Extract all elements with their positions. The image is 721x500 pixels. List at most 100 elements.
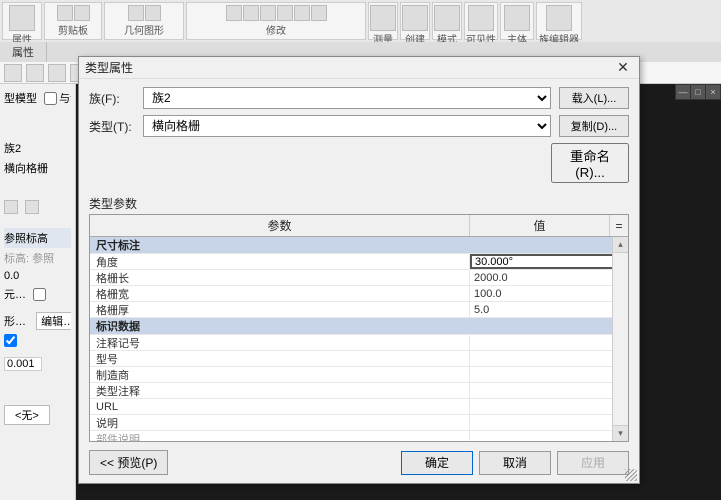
toolbar-icon[interactable]	[26, 64, 44, 82]
val-input[interactable]	[4, 357, 42, 371]
resize-grip[interactable]	[625, 469, 637, 481]
ribbon-group: 主体	[500, 2, 534, 40]
ribbon-icon[interactable]	[260, 5, 276, 21]
left-model: 型模型	[4, 90, 37, 106]
ribbon-icon[interactable]	[294, 5, 310, 21]
ribbon-icon[interactable]	[128, 5, 144, 21]
value-cell[interactable]: 5.0	[470, 302, 628, 317]
value-cell[interactable]	[470, 431, 628, 442]
type-select[interactable]: 横向格栅	[143, 115, 551, 137]
table-row[interactable]: 注释记号	[90, 335, 628, 351]
ribbon-icon[interactable]	[277, 5, 293, 21]
table-row[interactable]: 制造商	[90, 367, 628, 383]
ribbon-icon[interactable]	[57, 5, 73, 21]
value-cell[interactable]	[470, 335, 628, 350]
ribbon-icon[interactable]	[226, 5, 242, 21]
param-cell: 角度	[90, 254, 470, 269]
cancel-button[interactable]: 取消	[479, 451, 551, 475]
table-row[interactable]: 格栅长2000.0	[90, 270, 628, 286]
value-cell[interactable]	[470, 383, 628, 398]
ribbon-icon[interactable]	[74, 5, 90, 21]
param-cell: 部件说明	[90, 431, 470, 442]
param-cell: 格栅宽	[90, 286, 470, 301]
param-cell: 制造商	[90, 367, 470, 382]
value-cell[interactable]	[470, 351, 628, 366]
param-cell: 格栅长	[90, 270, 470, 285]
param-cell: URL	[90, 399, 470, 414]
canvas-close-icon[interactable]: ×	[706, 85, 720, 99]
close-icon[interactable]: ✕	[613, 58, 633, 78]
none-combo[interactable]: <无>	[4, 405, 50, 425]
col-eq[interactable]: =	[610, 215, 628, 236]
toolbar-icon[interactable]	[48, 64, 66, 82]
value-cell[interactable]	[470, 415, 628, 430]
ribbon-icon[interactable]	[468, 5, 494, 31]
scroll-up-icon[interactable]: ▴	[613, 237, 628, 253]
ribbon-icon[interactable]	[311, 5, 327, 21]
param-cell: 格栅厚	[90, 302, 470, 317]
yuan-btn[interactable]: 元…	[4, 286, 26, 302]
ribbon-icon[interactable]	[243, 5, 259, 21]
check1[interactable]	[4, 334, 17, 347]
ok-button[interactable]: 确定	[401, 451, 473, 475]
ribbon-group: 创建	[400, 2, 430, 40]
ribbon-icon[interactable]	[9, 5, 35, 31]
family-label: 族(F):	[89, 90, 143, 107]
ribbon-icon[interactable]	[546, 5, 572, 31]
ref-elev: 参照标高	[4, 230, 48, 246]
family-select[interactable]: 族2	[143, 87, 551, 109]
value-cell[interactable]	[470, 367, 628, 382]
table-row[interactable]: 说明	[90, 415, 628, 431]
left-family: 族2	[4, 138, 71, 158]
table-row[interactable]: 部件说明	[90, 431, 628, 442]
toolbar-icon[interactable]	[4, 64, 22, 82]
edit-btn[interactable]: 编辑…	[36, 312, 71, 330]
ribbon-icon[interactable]	[145, 5, 161, 21]
value-cell[interactable]	[470, 254, 628, 269]
value-cell[interactable]	[470, 399, 628, 414]
grid-scrollbar[interactable]: ▴ ▾	[612, 237, 628, 441]
tab-properties[interactable]: 属性	[0, 42, 47, 62]
ribbon-icon[interactable]	[370, 5, 396, 31]
canvas-min-icon[interactable]: —	[676, 85, 690, 99]
ribbon-group: 属性	[2, 2, 42, 40]
category-row[interactable]: 标识数据⌃	[90, 318, 628, 335]
table-row[interactable]: URL	[90, 399, 628, 415]
ribbon-group: 族编辑器	[536, 2, 582, 40]
scroll-down-icon[interactable]: ▾	[613, 425, 628, 441]
duplicate-button[interactable]: 复制(D)...	[559, 115, 629, 137]
ribbon-label: 几何图形	[124, 22, 164, 37]
dialog-title: 类型属性	[85, 59, 133, 76]
ribbon-group: 测量	[368, 2, 398, 40]
table-row[interactable]: 型号	[90, 351, 628, 367]
adj-check[interactable]	[44, 92, 57, 105]
table-row[interactable]: 角度	[90, 254, 628, 270]
type-properties-dialog: 类型属性 ✕ 族(F): 族2 载入(L)... 类型(T): 横向格栅 复制(…	[78, 56, 640, 484]
table-row[interactable]: 类型注释	[90, 383, 628, 399]
palette-icon[interactable]	[25, 200, 39, 214]
col-value[interactable]: 值	[470, 215, 610, 236]
palette-icon[interactable]	[4, 200, 18, 214]
param-cell: 注释记号	[90, 335, 470, 350]
apply-button[interactable]: 应用	[557, 451, 629, 475]
zero-val: 0.0	[4, 270, 19, 282]
ribbon-icon[interactable]	[434, 5, 460, 31]
canvas-max-icon[interactable]: □	[691, 85, 705, 99]
ribbon-group: 剪贴板	[44, 2, 102, 40]
ribbon-group: 几何图形	[104, 2, 184, 40]
value-cell[interactable]: 2000.0	[470, 270, 628, 285]
ribbon-label: 剪贴板	[58, 22, 88, 37]
ribbon-icon[interactable]	[504, 5, 530, 31]
table-row[interactable]: 格栅宽100.0	[90, 286, 628, 302]
table-row[interactable]: 格栅厚5.0	[90, 302, 628, 318]
col-param[interactable]: 参数	[90, 215, 470, 236]
load-button[interactable]: 载入(L)...	[559, 87, 629, 109]
category-row[interactable]: 尺寸标注⌃	[90, 237, 628, 254]
rename-button[interactable]: 重命名(R)...	[551, 143, 629, 183]
yuan-check[interactable]	[33, 288, 46, 301]
value-input[interactable]	[470, 254, 628, 269]
type-params-label: 类型参数	[79, 195, 639, 212]
ribbon-icon[interactable]	[402, 5, 428, 31]
value-cell[interactable]: 100.0	[470, 286, 628, 301]
preview-button[interactable]: << 预览(P)	[89, 450, 168, 475]
